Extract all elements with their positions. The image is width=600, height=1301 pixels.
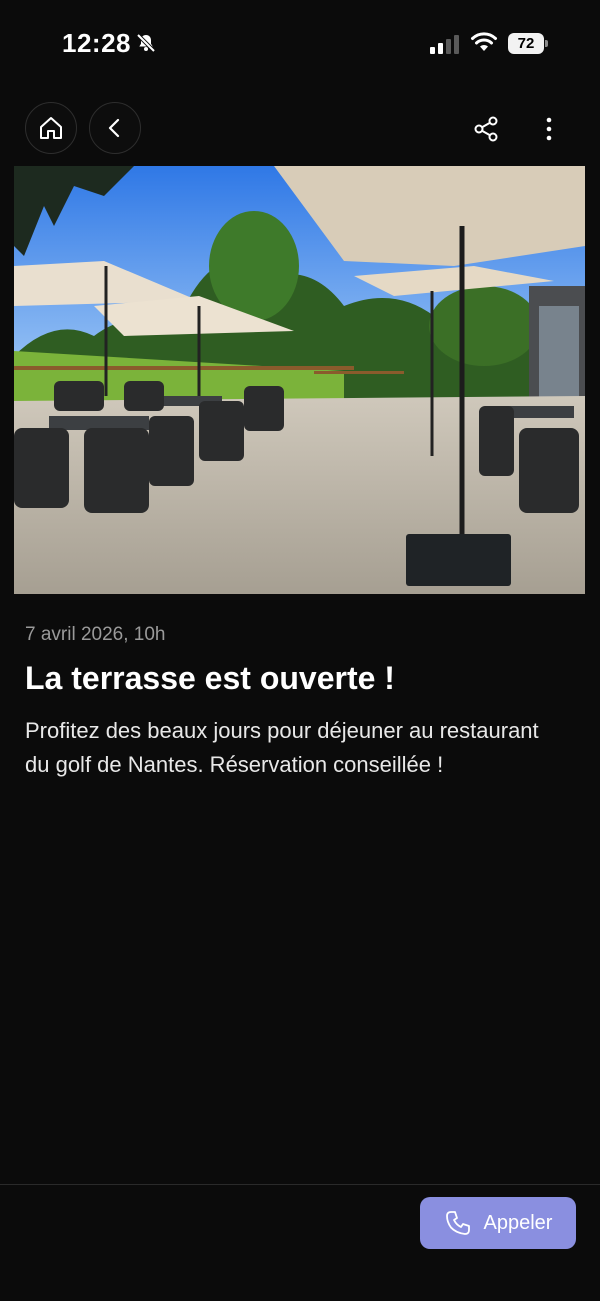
call-button-label: Appeler <box>483 1211 553 1234</box>
phone-icon <box>445 1211 470 1235</box>
home-button[interactable] <box>25 102 77 154</box>
back-button[interactable] <box>89 102 141 154</box>
terrace-photo <box>14 166 585 594</box>
battery-icon: 72 <box>508 33 548 54</box>
article-title: La terrasse est ouverte ! <box>25 660 395 696</box>
article-date: 7 avril 2026, 10h <box>25 624 166 645</box>
chevron-left-icon <box>108 118 120 138</box>
more-vertical-icon <box>546 117 552 141</box>
share-button[interactable] <box>470 113 502 145</box>
home-icon <box>40 117 62 139</box>
status-time: 12:28 <box>62 28 131 58</box>
article-body: Profitez des beaux jours pour déjeuner a… <box>25 718 539 777</box>
status-bar: 12:28 72 <box>0 0 600 90</box>
share-icon <box>474 116 498 142</box>
footer-divider <box>0 1184 600 1185</box>
more-options-button[interactable] <box>536 113 562 145</box>
signal-icon <box>430 35 459 54</box>
call-button[interactable]: Appeler <box>420 1197 576 1249</box>
wifi-icon <box>471 32 497 51</box>
battery-level: 72 <box>508 33 544 54</box>
bell-slash-icon <box>136 33 156 53</box>
